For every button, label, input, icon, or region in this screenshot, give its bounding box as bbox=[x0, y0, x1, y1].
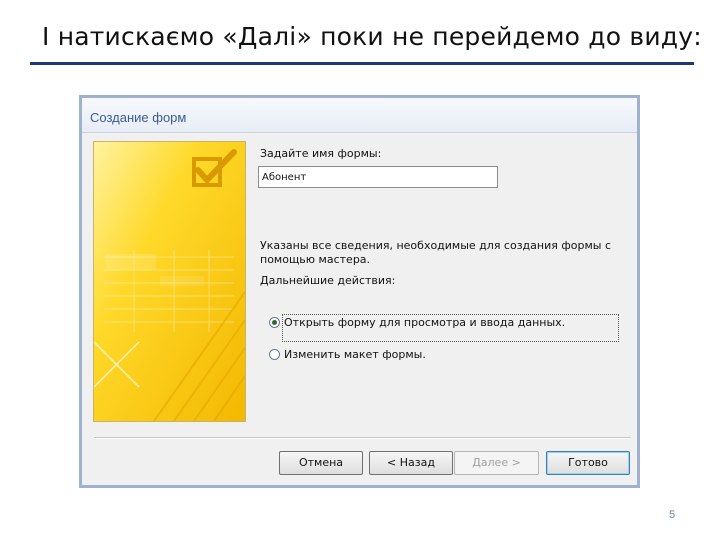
radio-label-open-form: Открыть форму для просмотра и ввода данн… bbox=[284, 316, 566, 329]
radio-label-edit-layout: Изменить макет формы. bbox=[284, 348, 426, 361]
wizard-header: Создание форм bbox=[82, 98, 637, 132]
title-rule bbox=[30, 62, 694, 65]
back-button[interactable]: < Назад bbox=[369, 451, 453, 475]
wizard-title: Создание форм bbox=[90, 110, 187, 125]
radio-open-form[interactable]: Открыть форму для просмотра и ввода данн… bbox=[269, 316, 565, 329]
footer-divider bbox=[94, 437, 631, 438]
info-text-line-2: помощью мастера. bbox=[260, 253, 371, 266]
radio-edit-layout[interactable]: Изменить макет формы. bbox=[269, 348, 426, 361]
wizard-illustration bbox=[93, 141, 246, 422]
info-text-line-1: Указаны все сведения, необходимые для со… bbox=[260, 239, 612, 252]
wizard-header-divider bbox=[82, 132, 637, 133]
radio-button-checked[interactable] bbox=[269, 317, 280, 328]
slide-title: І натискаємо «Далі» поки не перейдемо до… bbox=[42, 22, 702, 51]
form-name-prompt: Задайте имя формы: bbox=[260, 147, 382, 160]
finish-button[interactable]: Готово bbox=[546, 451, 630, 475]
cancel-button[interactable]: Отмена bbox=[279, 451, 363, 475]
form-name-input[interactable] bbox=[258, 166, 498, 188]
next-button[interactable]: Далее > bbox=[454, 451, 539, 475]
page-number: 5 bbox=[669, 509, 676, 521]
form-wizard-window: Создание форм Задайте имя формы: Абонент… bbox=[79, 95, 640, 488]
next-actions-label: Дальнейшие действия: bbox=[260, 274, 396, 287]
radio-button[interactable] bbox=[269, 349, 280, 360]
